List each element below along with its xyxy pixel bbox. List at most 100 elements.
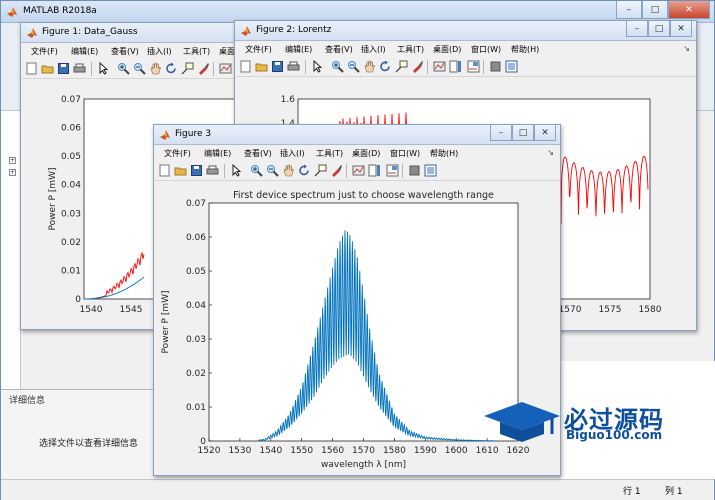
insert-legend-icon[interactable]	[386, 164, 399, 177]
y-tick-label: 0	[75, 295, 81, 305]
zoom-in-icon[interactable]	[331, 60, 344, 73]
menu-item[interactable]: 文件(F)	[31, 46, 58, 57]
y-tick-label: 0.07	[61, 95, 81, 105]
hide-plot-tools-icon[interactable]	[408, 164, 421, 177]
minimize-icon[interactable]: –	[616, 1, 642, 19]
print-figure-icon[interactable]	[206, 164, 219, 177]
data-cursor-icon[interactable]	[395, 60, 408, 73]
status-bar: 行 1 列 1	[1, 479, 714, 500]
close-icon[interactable]: ✕	[670, 21, 692, 37]
data-cursor-icon[interactable]	[181, 62, 194, 75]
x-tick-label: 1580	[383, 446, 406, 456]
x-tick-label: 1570	[352, 446, 375, 456]
toolbar-separator	[224, 164, 225, 178]
open-file-icon[interactable]	[255, 60, 268, 73]
show-plot-tools-icon[interactable]	[424, 164, 437, 177]
pan-icon[interactable]	[363, 60, 376, 73]
menu-item[interactable]: 文件(F)	[164, 148, 191, 159]
maximize-icon[interactable]: □	[648, 21, 670, 37]
insert-legend-icon[interactable]	[467, 60, 480, 73]
menu-item[interactable]: 查看(V)	[111, 46, 139, 57]
y-tick-label: 1.6	[281, 95, 296, 105]
menubar-arrow-icon[interactable]: ↘	[547, 148, 554, 157]
menu-item[interactable]: 桌面(D)	[433, 44, 461, 55]
new-figure-icon[interactable]	[239, 60, 252, 73]
expand-icon[interactable]: +	[9, 169, 16, 176]
figure-titlebar[interactable]: Figure 2: Lorentz – □ ✕	[235, 21, 696, 41]
minimize-icon[interactable]: –	[626, 21, 648, 37]
maximize-icon[interactable]: □	[512, 125, 534, 141]
open-file-icon[interactable]	[174, 164, 187, 177]
status-col-text: 列 1	[665, 487, 683, 497]
open-file-icon[interactable]	[41, 62, 54, 75]
hide-plot-tools-icon[interactable]	[489, 60, 502, 73]
pan-icon[interactable]	[149, 62, 162, 75]
figure-title: Figure 1: Data_Gauss	[42, 27, 138, 37]
menu-item[interactable]: 查看(V)	[244, 148, 272, 159]
y-tick-label: 0.02	[186, 369, 206, 379]
menu-item[interactable]: 编辑(E)	[204, 148, 231, 159]
toolbar-separator	[91, 62, 92, 76]
link-plot-icon[interactable]	[433, 60, 446, 73]
print-figure-icon[interactable]	[287, 60, 300, 73]
menu-item[interactable]: 插入(I)	[280, 148, 305, 159]
menu-item[interactable]: 窗口(W)	[390, 148, 420, 159]
print-figure-icon[interactable]	[73, 62, 86, 75]
save-figure-icon[interactable]	[271, 60, 284, 73]
insert-colorbar-icon[interactable]	[368, 164, 381, 177]
toolbar-separator	[483, 60, 484, 74]
x-tick-label: 1550	[290, 446, 313, 456]
insert-colorbar-icon[interactable]	[449, 60, 462, 73]
pan-icon[interactable]	[282, 164, 295, 177]
rotate-3d-icon[interactable]	[298, 164, 311, 177]
brush-icon[interactable]	[330, 164, 343, 177]
maximize-icon[interactable]: □	[642, 1, 668, 19]
y-tick-label: 0.07	[186, 199, 206, 209]
menu-item[interactable]: 帮助(H)	[511, 44, 539, 55]
menu-item[interactable]: 工具(T)	[397, 44, 424, 55]
zoom-in-icon[interactable]	[250, 164, 263, 177]
save-figure-icon[interactable]	[190, 164, 203, 177]
data-cursor-icon[interactable]	[314, 164, 327, 177]
minimize-icon[interactable]: –	[490, 125, 512, 141]
zoom-out-icon[interactable]	[133, 62, 146, 75]
zoom-out-icon[interactable]	[347, 60, 360, 73]
edit-plot-icon[interactable]	[230, 163, 243, 177]
menu-item[interactable]: 窗口(W)	[471, 44, 501, 55]
close-icon[interactable]: ✕	[668, 1, 710, 19]
menu-item[interactable]: 工具(T)	[316, 148, 343, 159]
save-figure-icon[interactable]	[57, 62, 70, 75]
x-axis-label: wavelength λ [nm]	[321, 460, 406, 470]
y-tick-label: 0.04	[61, 181, 81, 191]
menubar-arrow-icon[interactable]: ↘	[683, 44, 690, 53]
menu-item[interactable]: 桌面(D)	[352, 148, 380, 159]
new-figure-icon[interactable]	[25, 62, 38, 75]
menu-item[interactable]: 插入(I)	[361, 44, 386, 55]
rotate-3d-icon[interactable]	[165, 62, 178, 75]
menu-item[interactable]: 查看(V)	[325, 44, 353, 55]
expand-icon[interactable]: +	[9, 157, 16, 164]
close-icon[interactable]: ✕	[534, 125, 556, 141]
rotate-3d-icon[interactable]	[379, 60, 392, 73]
menu-item[interactable]: 编辑(E)	[71, 46, 98, 57]
matlab-logo-icon	[6, 6, 18, 18]
new-figure-icon[interactable]	[158, 164, 171, 177]
zoom-in-icon[interactable]	[117, 62, 130, 75]
menu-item[interactable]: 帮助(H)	[430, 148, 458, 159]
menu-item[interactable]: 插入(I)	[147, 46, 172, 57]
toolbar-separator	[346, 164, 347, 178]
x-tick-label: 1545	[120, 305, 143, 315]
link-plot-icon[interactable]	[352, 164, 365, 177]
menu-item[interactable]: 编辑(E)	[285, 44, 312, 55]
edit-plot-icon[interactable]	[97, 61, 110, 75]
brush-icon[interactable]	[197, 62, 210, 75]
figure-titlebar[interactable]: Figure 3 – □ ✕	[154, 125, 560, 145]
show-plot-tools-icon[interactable]	[505, 60, 518, 73]
x-tick-label: 1575	[599, 305, 622, 315]
menu-item[interactable]: 工具(T)	[183, 46, 210, 57]
menu-item[interactable]: 文件(F)	[245, 44, 272, 55]
link-plot-icon[interactable]	[219, 62, 232, 75]
edit-plot-icon[interactable]	[311, 59, 324, 73]
brush-icon[interactable]	[411, 60, 424, 73]
zoom-out-icon[interactable]	[266, 164, 279, 177]
